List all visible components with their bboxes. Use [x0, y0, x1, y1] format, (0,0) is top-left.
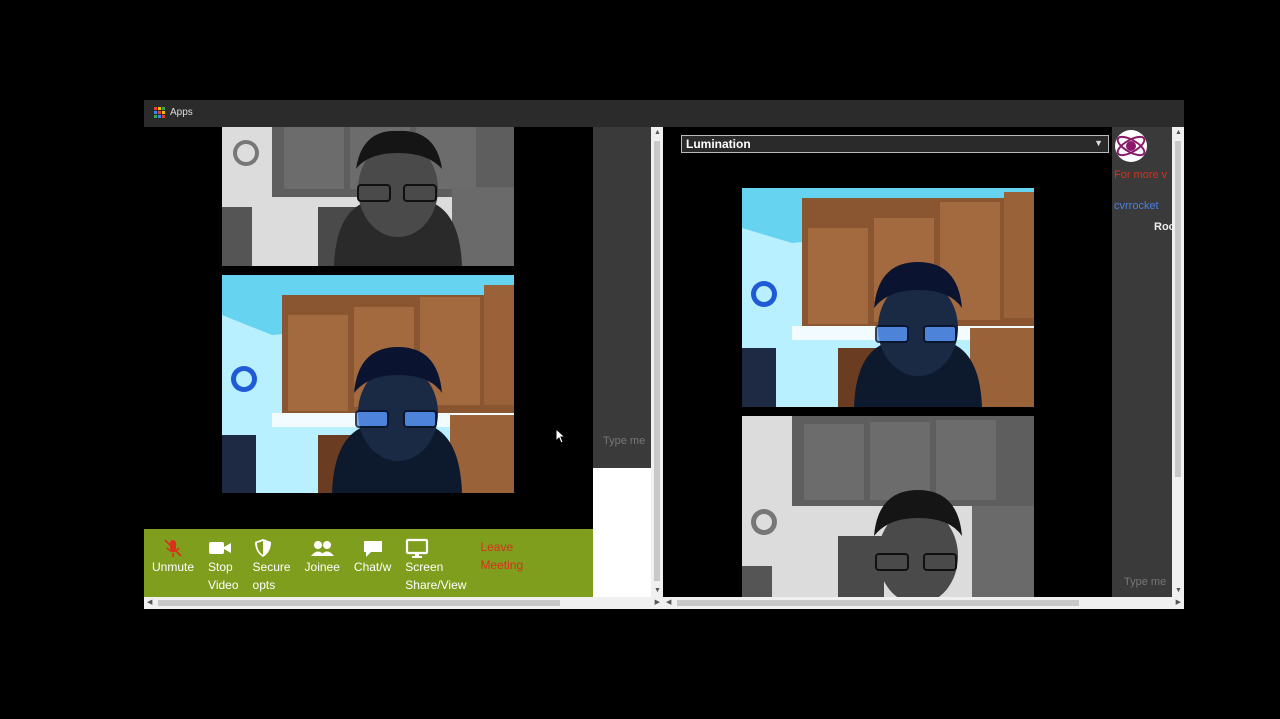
right-browser-window: Lumination ▼ For more v cvrrocket Roo Ty… — [663, 127, 1184, 609]
chat-panel: Type me — [593, 127, 651, 468]
shield-icon — [253, 538, 273, 558]
screen-share-button[interactable]: Screen Share/View — [405, 538, 466, 594]
scrollbar-thumb[interactable] — [654, 141, 660, 581]
meeting-controls-toolbar: Unmute Stop Video Secure opts Joinee Cha… — [144, 529, 593, 597]
joinee-button[interactable]: Joinee — [305, 538, 340, 576]
scrollbar-thumb[interactable] — [677, 600, 1079, 606]
stop-video-label: Stop Video — [208, 560, 239, 592]
scroll-left-icon[interactable]: ◀ — [147, 599, 152, 607]
scroll-up-icon[interactable]: ▲ — [1175, 129, 1182, 137]
video-tile-lumination — [742, 188, 1034, 407]
apps-shortcut[interactable]: Apps — [154, 107, 193, 118]
scroll-left-icon[interactable]: ◀ — [666, 599, 671, 607]
horizontal-scrollbar[interactable]: ◀ ▶ — [663, 597, 1184, 609]
scrollbar-thumb[interactable] — [1175, 141, 1181, 477]
mouse-cursor-icon — [555, 428, 567, 444]
video-feed — [742, 416, 1034, 597]
left-browser-window: Type me Unmute Stop Video Secure opts Jo… — [144, 127, 663, 609]
screen-share-label: Screen Share/View — [405, 560, 467, 592]
video-feed — [222, 127, 514, 266]
unmute-label: Unmute — [152, 560, 195, 574]
right-sidebar: For more v cvrrocket Roo Type me — [1112, 127, 1175, 597]
scroll-down-icon[interactable]: ▼ — [1175, 587, 1182, 595]
muted-mic-icon — [162, 538, 184, 558]
vertical-scrollbar[interactable]: ▲ ▼ — [651, 127, 663, 597]
apps-label: Apps — [170, 107, 193, 118]
scrollbar-thumb[interactable] — [158, 600, 560, 606]
promo-link[interactable]: For more v — [1114, 169, 1167, 181]
chat-button[interactable]: Chat/w — [354, 538, 391, 576]
secure-opts-label: Secure opts — [252, 560, 291, 592]
vertical-scrollbar[interactable]: ▲ ▼ — [1172, 127, 1184, 597]
video-tile-lumination — [222, 275, 514, 493]
room-select-dropdown[interactable]: Lumination ▼ — [681, 135, 1109, 153]
stop-video-button[interactable]: Stop Video — [208, 538, 239, 594]
video-feed — [222, 275, 514, 493]
monitor-icon — [405, 538, 429, 558]
video-tile-grayscale — [742, 416, 1034, 597]
scroll-right-icon[interactable]: ▶ — [1176, 599, 1181, 607]
chat-input-placeholder[interactable]: Type me — [1124, 576, 1166, 588]
chat-input-placeholder[interactable]: Type me — [603, 435, 645, 447]
unmute-button[interactable]: Unmute — [152, 538, 194, 576]
chevron-down-icon: ▼ — [1094, 138, 1103, 148]
horizontal-scrollbar[interactable]: ◀ ▶ — [144, 597, 663, 609]
username-link[interactable]: cvrrocket — [1114, 200, 1159, 212]
video-tile-grayscale — [222, 127, 514, 266]
people-icon — [309, 538, 335, 558]
logo-icon — [1115, 130, 1147, 162]
chat-input-area[interactable] — [593, 468, 651, 597]
apps-grid-icon — [154, 107, 165, 118]
joinee-label: Joinee — [304, 560, 340, 574]
video-camera-icon — [208, 538, 232, 558]
chat-bubble-icon — [362, 538, 384, 558]
leave-meeting-button[interactable]: Leave Meeting — [480, 538, 523, 574]
scroll-right-icon[interactable]: ▶ — [655, 599, 660, 607]
leave-meeting-label: Leave Meeting — [480, 540, 524, 572]
scroll-up-icon[interactable]: ▲ — [654, 129, 661, 137]
chat-label: Chat/w — [353, 560, 392, 574]
scroll-down-icon[interactable]: ▼ — [654, 587, 661, 595]
bookmarks-bar: Apps — [144, 100, 1184, 127]
room-select-value: Lumination — [686, 137, 751, 151]
secure-opts-button[interactable]: Secure opts — [253, 538, 291, 594]
video-feed — [742, 188, 1034, 407]
